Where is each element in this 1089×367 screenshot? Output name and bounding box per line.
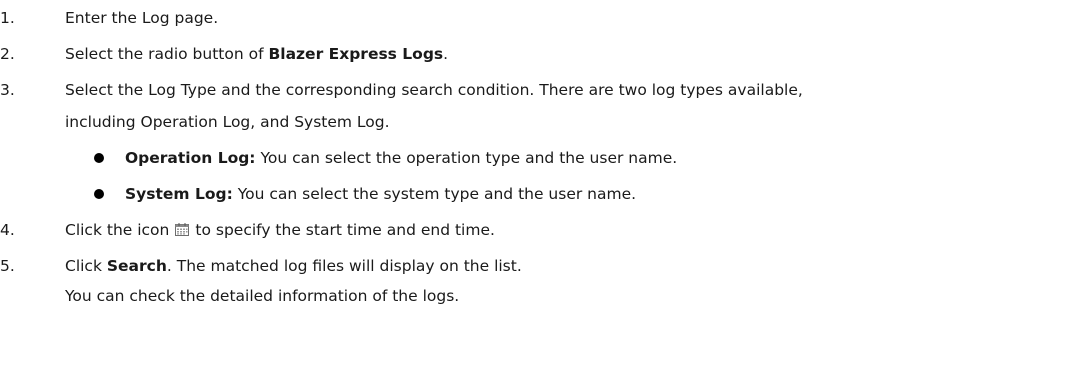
step-3-continued: including Operation Log, and System Log. (0, 112, 1089, 132)
bullet-dot-icon (94, 153, 104, 163)
calendar-icon (175, 223, 190, 236)
step-number: 2. (0, 45, 15, 63)
step-text: You can check the detailed information o… (65, 287, 460, 305)
step-text: including Operation Log, and System Log. (65, 113, 390, 131)
step-4: 4. Click the icon to specify the start ti… (0, 220, 1089, 240)
step-number: 3. (0, 81, 15, 99)
step-number: 1. (0, 9, 15, 27)
bullet-text: Operation Log: You can select the operat… (125, 148, 677, 168)
step-2: 2. Select the radio button of Blazer Exp… (0, 44, 1089, 64)
step-3: 3. Select the Log Type and the correspon… (0, 80, 1089, 100)
step-text: Click Search. The matched log files will… (65, 256, 522, 276)
bullet-item-operation-log: Operation Log: You can select the operat… (0, 148, 1089, 168)
step-text-post: to specify the start time and end time. (195, 221, 495, 239)
bullet-term: Operation Log: (125, 149, 256, 167)
bullet-term: System Log: (125, 185, 233, 203)
step-text: Enter the Log page. (65, 9, 219, 27)
step-text: Select the Log Type and the correspondin… (65, 81, 803, 99)
step-1: 1. Enter the Log page. (0, 8, 1089, 28)
step-5-continued: You can check the detailed information o… (0, 286, 1089, 306)
bullet-item-system-log: System Log: You can select the system ty… (0, 184, 1089, 204)
step-text-bold: Search (106, 257, 167, 275)
bullet-dot-icon (94, 189, 104, 199)
bullet-text: System Log: You can select the system ty… (125, 184, 636, 204)
step-5: 5. Click Search. The matched log files w… (0, 256, 1089, 276)
bullet-description: You can select the system type and the u… (232, 185, 637, 203)
step-number: 5. (0, 257, 15, 275)
step-number: 4. (0, 221, 15, 239)
step-text-pre: Click the icon (65, 221, 170, 239)
step-text-post: . (443, 45, 449, 63)
bullet-description: You can select the operation type and th… (255, 149, 678, 167)
step-text-pre: Select the radio button of (65, 45, 269, 63)
step-text: Select the radio button of Blazer Expres… (65, 44, 448, 64)
step-text: Click the icon to specify the start time … (65, 220, 495, 240)
step-text-pre: Click (65, 257, 107, 275)
step-text-bold: Blazer Express Logs (268, 45, 444, 63)
step-text-post: . The matched log files will display on … (166, 257, 522, 275)
